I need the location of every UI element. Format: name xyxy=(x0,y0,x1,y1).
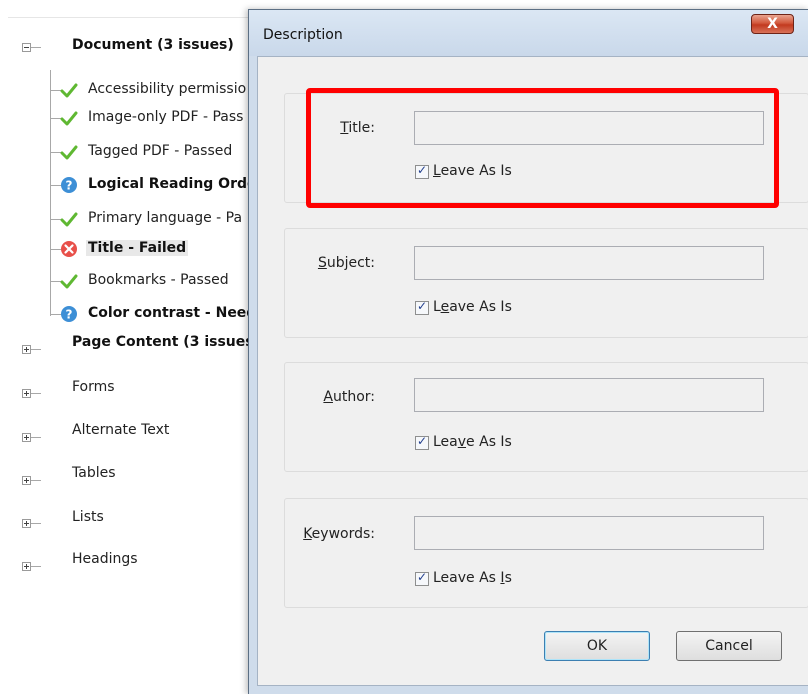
question-icon: ? xyxy=(61,177,77,193)
rule-label: Primary language - Pa xyxy=(88,210,243,226)
access-key: S xyxy=(317,255,327,271)
tree-connector xyxy=(31,523,41,524)
rule-label: Image-only PDF - Pass xyxy=(88,109,244,125)
access-key: K xyxy=(303,526,312,542)
access-key: A xyxy=(323,389,333,405)
expand-lists-toggle[interactable] xyxy=(22,519,31,528)
label-part: uthor: xyxy=(332,389,375,405)
category-tables[interactable]: Tables xyxy=(72,465,116,481)
tree-connector xyxy=(31,480,41,481)
svg-text:?: ? xyxy=(66,179,73,193)
check-icon xyxy=(60,212,78,227)
rule-label: Accessibility permissio xyxy=(88,81,247,97)
author-input[interactable] xyxy=(414,378,764,412)
category-headings[interactable]: Headings xyxy=(72,551,138,567)
author-group: Author: Leave As Is xyxy=(284,362,808,472)
author-label: Author: xyxy=(275,389,375,405)
accessibility-checker-tree: Document (3 issues) Accessibility permis… xyxy=(0,0,260,693)
dialog-titlebar[interactable]: Description X xyxy=(249,10,808,56)
keywords-leave-as-is-checkbox[interactable] xyxy=(415,570,429,586)
tree-connector xyxy=(31,566,41,567)
expand-headings-toggle[interactable] xyxy=(22,562,31,571)
expand-forms-toggle[interactable] xyxy=(22,389,31,398)
label-part: ubject: xyxy=(326,255,375,271)
check-icon xyxy=(60,83,78,98)
category-document[interactable]: Document (3 issues) xyxy=(72,37,234,53)
rule-label: Title - Failed xyxy=(86,240,189,256)
check-icon xyxy=(60,145,78,160)
close-icon: X xyxy=(767,16,778,32)
panel-divider xyxy=(8,17,260,18)
tree-connector xyxy=(31,47,41,48)
collapse-document-toggle[interactable] xyxy=(22,43,31,52)
tree-connector xyxy=(31,349,41,350)
label-part: s xyxy=(504,570,512,586)
category-page-content[interactable]: Page Content (3 issues) xyxy=(72,334,260,350)
subject-group: Subject: Leave As Is xyxy=(284,228,808,338)
category-alternate-text[interactable]: Alternate Text xyxy=(72,422,169,438)
author-leave-as-is-label[interactable]: Leave As Is xyxy=(433,434,512,450)
subject-input[interactable] xyxy=(414,246,764,280)
check-icon xyxy=(60,274,78,289)
svg-text:?: ? xyxy=(66,308,73,322)
ok-button[interactable]: OK xyxy=(544,631,650,661)
subject-label: Subject: xyxy=(275,255,375,271)
keywords-group: Keywords: Leave As Is xyxy=(284,498,808,608)
access-key: e xyxy=(440,299,450,315)
access-key: v xyxy=(457,434,467,450)
dialog-title: Description xyxy=(263,27,343,43)
subject-leave-as-is-label[interactable]: Leave As Is xyxy=(433,299,512,315)
rule-label: Logical Reading Orde xyxy=(88,176,257,192)
label-part: Lea xyxy=(433,434,458,450)
check-icon xyxy=(60,111,78,126)
subject-leave-as-is-checkbox[interactable] xyxy=(415,299,429,315)
tree-connector xyxy=(31,437,41,438)
expand-tables-toggle[interactable] xyxy=(22,476,31,485)
question-icon: ? xyxy=(61,306,77,322)
rule-label: Color contrast - Need xyxy=(88,305,257,321)
label-part: Leave As xyxy=(433,570,501,586)
rule-label: Bookmarks - Passed xyxy=(88,272,229,288)
close-button[interactable]: X xyxy=(751,14,794,34)
label-part: ave As Is xyxy=(449,299,512,315)
label-part: L xyxy=(433,299,441,315)
keywords-input[interactable] xyxy=(414,516,764,550)
tree-connector xyxy=(31,393,41,394)
keywords-leave-as-is-label[interactable]: Leave As Is xyxy=(433,570,512,586)
label-part: eywords: xyxy=(311,526,375,542)
cancel-button[interactable]: Cancel xyxy=(676,631,782,661)
annotation-highlight-box xyxy=(306,88,779,208)
expand-page-content-toggle[interactable] xyxy=(22,345,31,354)
tree-connector xyxy=(50,70,51,316)
expand-alternate-text-toggle[interactable] xyxy=(22,433,31,442)
error-icon xyxy=(61,241,77,257)
rule-label: Tagged PDF - Passed xyxy=(88,143,233,159)
author-leave-as-is-checkbox[interactable] xyxy=(415,434,429,450)
category-forms[interactable]: Forms xyxy=(72,379,115,395)
category-lists[interactable]: Lists xyxy=(72,509,104,525)
keywords-label: Keywords: xyxy=(275,526,375,542)
label-part: e As Is xyxy=(466,434,512,450)
